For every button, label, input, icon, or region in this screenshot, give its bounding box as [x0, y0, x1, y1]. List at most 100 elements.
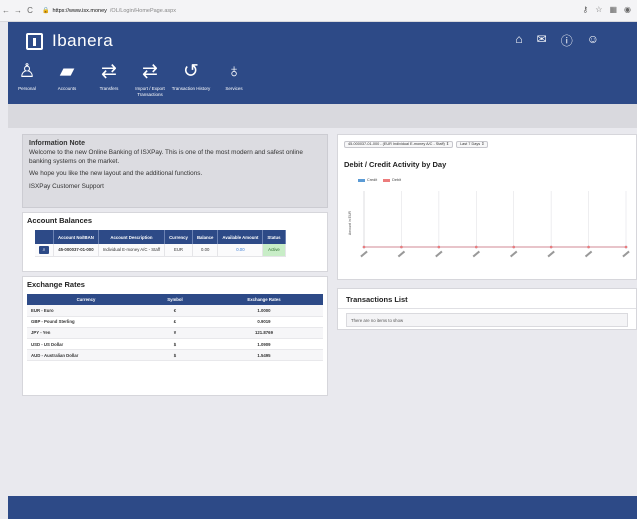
rate-symbol: £: [145, 316, 205, 328]
card-icon: ▰: [59, 61, 75, 82]
data-point-debit[interactable]: [512, 245, 516, 249]
account-select[interactable]: 45-000037-01-000 - (EUR Individual E-mon…: [344, 141, 454, 148]
menu-item-import-export[interactable]: ⇄ Import / Export Transactions: [130, 60, 170, 98]
data-point-debit[interactable]: [400, 245, 403, 249]
account-balances-title: Account Balances: [27, 216, 93, 225]
reload-icon[interactable]: C: [24, 6, 36, 15]
logo-icon: [26, 32, 43, 50]
rate-symbol: $: [145, 338, 205, 351]
rate-value: 1.0000: [205, 305, 323, 317]
lock-icon: 🔒: [42, 8, 50, 14]
x-tick-label: [622, 250, 630, 258]
user-icon[interactable]: ☺: [587, 32, 599, 49]
rate-value: 121.8769: [205, 327, 323, 340]
account-balances-table: Account No/IBAN Account Description Curr…: [35, 230, 286, 257]
data-point-debit[interactable]: [437, 245, 441, 249]
app-logo[interactable]: Ibanera: [26, 31, 113, 51]
transactions-panel: Transactions List There are no items to …: [337, 288, 637, 330]
account-number[interactable]: 45-000037-01-000: [53, 244, 99, 257]
data-point-debit[interactable]: [549, 245, 553, 249]
status-badge: Active: [262, 244, 286, 257]
column-header: Balance: [192, 230, 219, 244]
information-note: Information Note Welcome to the new Onli…: [22, 134, 328, 208]
x-tick-label: [360, 250, 368, 258]
import-export-icon: ⇄: [142, 61, 158, 82]
table-row: EUR - Euro € 1.0000: [27, 305, 323, 317]
key-icon[interactable]: ⚷: [582, 5, 588, 14]
exchange-rates-table: Currency Symbol Exchange Rates EUR - Eur…: [27, 294, 323, 362]
table-row: AUD - Australian Dollar $ 1.5495: [27, 349, 323, 362]
column-header: [35, 230, 54, 244]
info-note-signature: ISXPay Customer Support: [29, 182, 104, 190]
column-header: Available Amount: [217, 230, 264, 244]
account-currency: EUR: [164, 244, 193, 257]
column-header: Account Description: [98, 230, 166, 244]
info-note-hope: We hope you like the new layout and the …: [29, 170, 203, 178]
back-icon[interactable]: ←: [0, 6, 12, 15]
account-available: 0.00: [217, 244, 264, 257]
app-name: Ibanera: [52, 31, 114, 50]
column-header: Symbol: [145, 294, 205, 305]
column-header: Currency: [27, 294, 145, 305]
chart-title: Debit / Credit Activity by Day: [344, 160, 447, 169]
menu-item-transfers[interactable]: ⇄ Transfers: [88, 60, 130, 98]
menu-item-accounts[interactable]: ▰ Accounts: [46, 60, 88, 98]
transactions-empty-message: There are no items to show: [346, 313, 628, 327]
data-point-debit[interactable]: [362, 245, 366, 249]
rate-symbol: ¥: [145, 327, 205, 340]
forward-icon[interactable]: →: [12, 6, 24, 15]
menu-item-services[interactable]: ♁ Services: [212, 60, 256, 98]
url-path: /OL/Login/HomePage.aspx: [109, 7, 176, 14]
extension-icon[interactable]: ▦: [609, 5, 617, 14]
activity-chart: [360, 191, 630, 258]
rate-currency: AUD - Australian Dollar: [27, 349, 145, 362]
menu-item-personal[interactable]: ♙ Personal: [8, 60, 46, 98]
legend-debit[interactable]: Debit: [383, 178, 401, 182]
data-point-debit[interactable]: [474, 245, 478, 249]
main-menu: ♙ Personal ▰ Accounts ⇄ Transfers ⇄ Impo…: [8, 60, 256, 98]
transfer-icon: ⇄: [101, 61, 117, 82]
legend-credit[interactable]: Credit: [358, 178, 377, 182]
activity-chart-panel: 45-000037-01-000 - (EUR Individual E-mon…: [337, 134, 637, 280]
mail-icon[interactable]: ✉: [537, 32, 547, 49]
person-icon: ♙: [18, 61, 36, 82]
x-tick-label: [547, 250, 555, 258]
x-tick-label: [397, 250, 406, 258]
chart-legend: Credit Debit: [358, 178, 401, 182]
y-axis-label: Amount in EUR: [348, 210, 353, 236]
column-header: Exchange Rates: [205, 294, 323, 305]
range-select[interactable]: Last 7 Days ⇕: [456, 141, 489, 148]
rate-currency: JPY - Yen: [27, 327, 145, 340]
column-header: Status: [262, 230, 286, 244]
home-icon[interactable]: ⌂: [515, 32, 522, 49]
info-icon[interactable]: ⓘ: [561, 32, 573, 49]
x-tick-label: [472, 250, 480, 258]
info-note-welcome: Welcome to the new Online Banking of ISX…: [29, 149, 303, 165]
column-header: Currency: [164, 230, 193, 244]
menu-item-transaction-history[interactable]: ↺ Transaction History: [170, 60, 212, 98]
rate-symbol: $: [145, 349, 205, 362]
profile-icon[interactable]: ◉: [624, 5, 631, 14]
exchange-rates-title: Exchange Rates: [27, 280, 85, 289]
account-balances-panel: Account Balances Account No/IBAN Account…: [22, 212, 328, 272]
info-note-title: Information Note: [29, 140, 85, 147]
x-tick-label: [510, 250, 518, 258]
account-balance: 0.00: [192, 244, 219, 257]
star-icon[interactable]: ☆: [595, 5, 602, 14]
table-row: GBP - Pound Sterling £ 0.9019: [27, 316, 323, 328]
sub-navigation-bar: [8, 104, 637, 128]
address-bar[interactable]: 🔒 https://www.isx.money/OL/Login/HomePag…: [42, 7, 176, 15]
transactions-title: Transactions List: [338, 289, 636, 309]
table-row: USD - US Dollar $ 1.0909: [27, 338, 323, 351]
services-icon: ♁: [226, 61, 242, 82]
view-account-icon[interactable]: ⌕: [39, 245, 49, 254]
data-point-debit[interactable]: [624, 245, 628, 249]
main-content: Information Note Welcome to the new Onli…: [8, 128, 637, 496]
rate-value: 0.9019: [205, 316, 323, 328]
browser-toolbar: ← → C 🔒 https://www.isx.money/OL/Login/H…: [0, 0, 637, 22]
account-description: Individual E-money A/C - Staff: [98, 244, 166, 257]
rate-currency: EUR - Euro: [27, 305, 145, 317]
page-footer: [8, 496, 637, 519]
data-point-debit[interactable]: [587, 245, 590, 249]
x-tick-label: [435, 250, 443, 258]
